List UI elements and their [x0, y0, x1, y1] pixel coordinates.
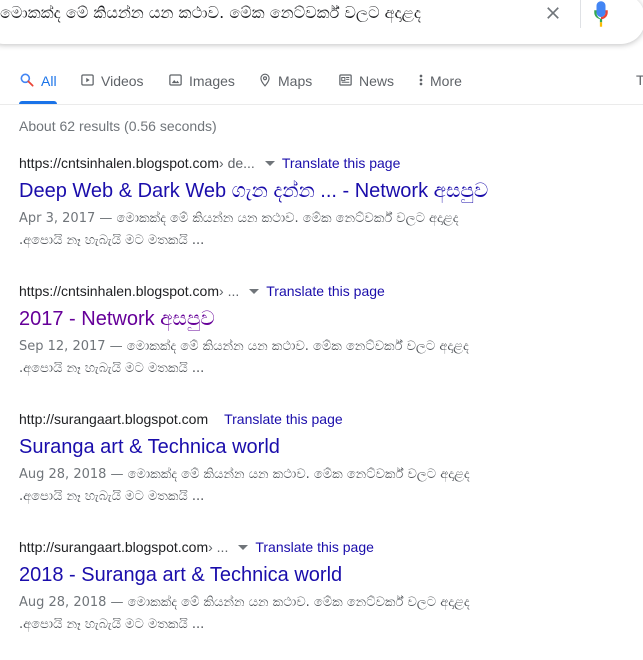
search-icon: [20, 73, 34, 87]
result-title[interactable]: Deep Web & Dark Web ගැන දන්න ... - Netwo…: [19, 178, 629, 204]
dropdown-arrow-icon[interactable]: [238, 544, 249, 550]
close-icon[interactable]: [543, 3, 563, 23]
tab-images-label: Images: [189, 73, 235, 89]
tab-news-label: News: [359, 73, 395, 89]
search-result: https://cntsinhalen.blogspot.com › ... T…: [19, 282, 629, 380]
snippet-text-2: .අපොයි නෑ හැබැයි මට මතකයි ...: [19, 617, 205, 632]
search-result: http://surangaart.blogspot.com › ... Tra…: [19, 538, 629, 636]
tab-videos-label: Videos: [101, 73, 144, 89]
tools-tab-partial[interactable]: T: [636, 72, 643, 88]
tabs-divider: [0, 104, 643, 105]
translate-link[interactable]: Translate this page: [282, 154, 401, 172]
image-icon: [169, 74, 182, 86]
result-date: Sep 12, 2017 —: [19, 339, 127, 354]
search-input[interactable]: මොකක්ද මේ කියන්න යන කථාව. මේක නෙට්වර්ක් …: [0, 3, 421, 23]
result-snippet: Apr 3, 2017 — මොකක්ද මේ කියන්න යන කථාව. …: [19, 208, 619, 252]
tab-maps[interactable]: Maps: [258, 72, 312, 104]
result-date: Apr 3, 2017 —: [19, 211, 117, 226]
snippet-text-2: .අපොයි නෑ හැබැයි මට මතකයි ...: [19, 361, 205, 376]
translate-link[interactable]: Translate this page: [266, 282, 385, 300]
more-vert-icon: [419, 74, 423, 86]
result-date: Aug 28, 2018 —: [19, 595, 128, 610]
result-stats: About 62 results (0.56 seconds): [19, 118, 217, 134]
result-date: Aug 28, 2018 —: [19, 467, 128, 482]
result-snippet: Sep 12, 2017 — මොකක්ද මේ කියන්න යන කථාව.…: [19, 336, 619, 380]
result-title[interactable]: 2017 - Network අසපුව: [19, 306, 629, 332]
video-icon: [81, 74, 94, 86]
result-path: › ...: [208, 539, 229, 555]
tab-videos[interactable]: Videos: [80, 72, 144, 104]
tab-maps-label: Maps: [278, 73, 313, 89]
result-cite: http://surangaart.blogspot.com Translate…: [19, 410, 629, 428]
result-cite: http://surangaart.blogspot.com › ... Tra…: [19, 538, 629, 556]
snippet-text-2: .අපොයි නෑ හැබැයි මට මතකයි ...: [19, 233, 205, 248]
snippet-text: මොකක්ද මේ කියන්න යන කථාව. මේක නෙට්වර්ක් …: [126, 339, 469, 354]
result-cite: https://cntsinhalen.blogspot.com › ... T…: [19, 282, 629, 300]
result-url: https://cntsinhalen.blogspot.com: [19, 283, 220, 299]
search-result: https://cntsinhalen.blogspot.com › de...…: [19, 154, 629, 252]
result-snippet: Aug 28, 2018 — මොකක්ද මේ කියන්න යන කථාව.…: [19, 592, 619, 636]
search-result: http://surangaart.blogspot.com Translate…: [19, 410, 629, 508]
result-path: › ...: [219, 283, 240, 299]
tab-all[interactable]: All: [19, 72, 57, 104]
tab-news[interactable]: News: [338, 72, 394, 104]
snippet-text-2: .අපොයි නෑ හැබැයි මට මතකයි ...: [19, 489, 205, 504]
tab-all-label: All: [41, 73, 57, 89]
news-icon: [339, 74, 352, 86]
result-path: › de...: [219, 155, 255, 171]
search-box[interactable]: මොකක්ද මේ කියන්න යන කථාව. මේක නෙට්වර්ක් …: [0, 0, 643, 44]
result-url: http://surangaart.blogspot.com: [19, 539, 209, 555]
result-snippet: Aug 28, 2018 — මොකක්ද මේ කියන්න යන කථාව.…: [19, 464, 619, 508]
translate-link[interactable]: Translate this page: [224, 410, 343, 428]
snippet-text: මොකක්ද මේ කියන්න යන කථාව. මේක නෙට්වර්ක් …: [127, 595, 470, 610]
result-title[interactable]: 2018 - Suranga art & Technica world: [19, 562, 629, 588]
snippet-text: මොකක්ද මේ කියන්න යන කථාව. මේක නෙට්වර්ක් …: [116, 211, 459, 226]
dropdown-arrow-icon[interactable]: [249, 288, 260, 294]
snippet-text: මොකක්ද මේ කියන්න යන කථාව. මේක නෙට්වර්ක් …: [127, 467, 470, 482]
tab-more-label: More: [430, 73, 462, 89]
search-tabs: All Videos Images Maps News More T: [0, 66, 643, 104]
map-pin-icon: [260, 73, 270, 87]
tab-more[interactable]: More: [418, 72, 462, 104]
microphone-icon[interactable]: [592, 1, 610, 27]
tab-images[interactable]: Images: [168, 72, 235, 104]
dropdown-arrow-icon[interactable]: [264, 160, 275, 166]
result-url: http://surangaart.blogspot.com: [19, 411, 209, 427]
result-url: https://cntsinhalen.blogspot.com: [19, 155, 220, 171]
translate-link[interactable]: Translate this page: [255, 538, 374, 556]
search-divider: [580, 0, 581, 28]
result-title[interactable]: Suranga art & Technica world: [19, 434, 629, 460]
result-cite: https://cntsinhalen.blogspot.com › de...…: [19, 154, 629, 172]
